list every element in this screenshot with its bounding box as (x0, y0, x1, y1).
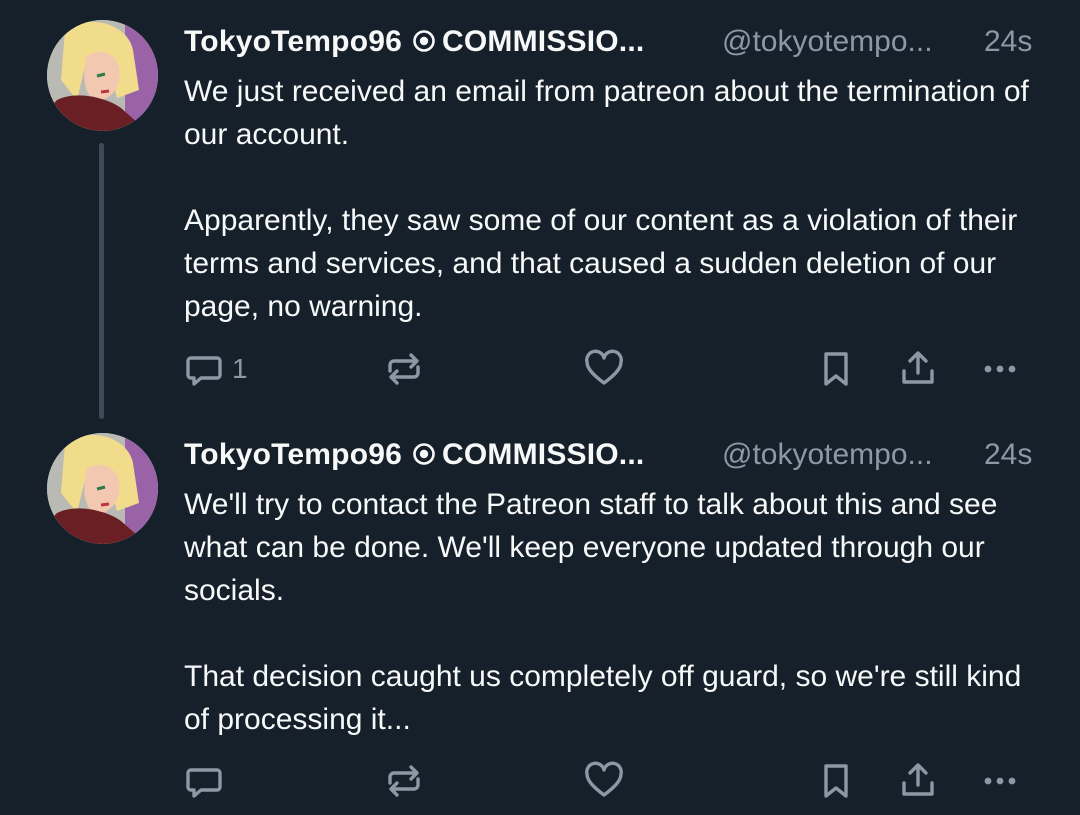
handle[interactable]: @tokyotempo... (722, 435, 933, 475)
handle[interactable]: @tokyotempo... (722, 22, 933, 62)
heart-icon (585, 349, 623, 385)
more-icon (984, 777, 1016, 785)
reply-icon (186, 768, 222, 798)
repost-icon (388, 353, 420, 385)
action-bar: 1 (184, 347, 1044, 391)
avatar-icon (47, 433, 158, 544)
repost-button[interactable] (384, 347, 424, 391)
avatar[interactable] (47, 433, 158, 544)
post-header: TokyoTempo96 COMMISSIO... @tokyotempo... … (184, 435, 1044, 475)
post[interactable]: TokyoTempo96 COMMISSIO... @tokyotempo... … (0, 0, 1080, 415)
bookmark-icon (824, 352, 848, 386)
timestamp[interactable]: 24s (984, 435, 1032, 475)
heart-icon (585, 761, 623, 797)
display-name[interactable]: TokyoTempo96 (184, 25, 402, 58)
post-paragraph: That decision caught us completely off g… (184, 660, 1022, 736)
action-bar (184, 759, 1044, 803)
target-badge-icon (413, 443, 435, 465)
repost-button[interactable] (384, 759, 424, 803)
share-icon (902, 351, 934, 384)
post-paragraph: We'll try to contact the Patreon staff t… (184, 488, 998, 607)
share-button[interactable] (898, 347, 938, 391)
more-icon (984, 365, 1016, 373)
like-button[interactable] (584, 759, 624, 803)
reply-icon (186, 356, 222, 386)
reply-button[interactable] (184, 759, 232, 803)
more-options-button[interactable] (980, 759, 1020, 803)
share-icon (902, 763, 934, 796)
post-body: We'll try to contact the Patreon staff t… (184, 483, 1054, 741)
post-header: TokyoTempo96 COMMISSIO... @tokyotempo... … (184, 22, 1044, 62)
bookmark-button[interactable] (816, 347, 856, 391)
more-options-button[interactable] (980, 347, 1020, 391)
bookmark-button[interactable] (816, 759, 856, 803)
post-paragraph: We just received an email from patreon a… (184, 75, 1029, 151)
post[interactable]: TokyoTempo96 COMMISSIO... @tokyotempo... … (0, 413, 1080, 815)
reply-button[interactable]: 1 (184, 347, 248, 391)
repost-icon (388, 765, 420, 797)
timestamp[interactable]: 24s (984, 22, 1032, 62)
badge-label: COMMISSIO... (442, 438, 645, 471)
bookmark-icon (824, 764, 848, 798)
post-body: We just received an email from patreon a… (184, 70, 1054, 328)
avatar[interactable] (47, 20, 158, 131)
reply-count: 1 (232, 353, 248, 384)
post-paragraph: Apparently, they saw some of our content… (184, 204, 1018, 323)
thread: TokyoTempo96 COMMISSIO... @tokyotempo... … (0, 0, 1080, 815)
target-badge-icon (413, 30, 435, 52)
like-button[interactable] (584, 347, 624, 391)
avatar-icon (47, 20, 158, 131)
badge-label: COMMISSIO... (442, 25, 645, 58)
display-name[interactable]: TokyoTempo96 (184, 438, 402, 471)
share-button[interactable] (898, 759, 938, 803)
